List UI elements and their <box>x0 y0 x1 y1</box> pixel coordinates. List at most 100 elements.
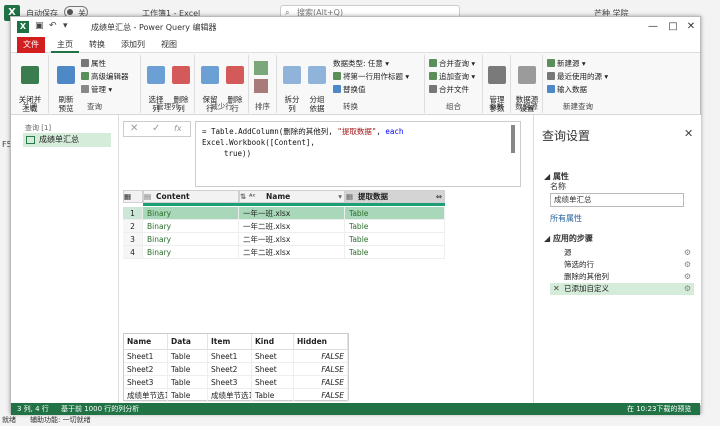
group-label-parameters: 参数 <box>489 102 504 111</box>
column-header-content[interactable]: ▤ Content <box>143 190 239 203</box>
properties-section-label: 属性 <box>552 172 569 181</box>
confirm-formula-icon[interactable]: ✓ <box>152 123 160 134</box>
merge-queries-icon <box>429 59 437 67</box>
sort-ascending-icon[interactable] <box>254 61 268 75</box>
query-name-input[interactable]: 成绩单汇总 <box>550 193 684 207</box>
formula-scrollbar[interactable] <box>511 125 515 153</box>
preview-cell: FALSE <box>294 363 348 376</box>
fx-icon[interactable]: fx <box>174 124 182 133</box>
properties-label: 属性 <box>91 59 106 68</box>
group-label-query: 查询 <box>87 102 102 111</box>
save-icon[interactable]: ▣ <box>35 21 44 31</box>
grid-cell-name[interactable]: 一年二班.xlsx <box>239 220 345 233</box>
close-settings-icon[interactable]: ✕ <box>684 127 693 140</box>
preview-cell: Sheet2 <box>208 363 252 376</box>
group-label-manage-columns: 管理列 <box>156 102 179 111</box>
minimize-button[interactable]: — <box>643 20 663 34</box>
grid-cell-content[interactable]: Binary <box>143 207 239 220</box>
formula-bar[interactable]: = Table.AddColumn(删除的其他列, "提取数据", each E… <box>195 121 521 187</box>
recent-sources-button[interactable]: 最近使用的源 ▾ <box>547 72 608 82</box>
replace-values-label: 替换值 <box>343 85 366 94</box>
advanced-editor-button[interactable]: 高级编辑器 <box>81 72 129 82</box>
column-header-name[interactable]: ⇅ ᴬᶜ Name ▾ <box>239 190 345 203</box>
expand-column-icon[interactable]: ⇔ <box>436 191 442 202</box>
grid-cell-extract[interactable]: Table <box>345 220 445 233</box>
grid-cell-content[interactable]: Binary <box>143 220 239 233</box>
properties-button[interactable]: 属性 <box>81 59 106 69</box>
merge-queries-label: 合并查询 <box>439 59 469 68</box>
group-label-data-source: 数据源 <box>515 102 538 111</box>
preview-cell: Table <box>168 376 208 389</box>
grid-cell-extract[interactable]: Table <box>345 207 445 220</box>
ribbon-tabs: 文件 主页 转换 添加列 视图 <box>11 37 700 53</box>
column-header-content-label: Content <box>156 192 190 201</box>
undo-icon[interactable]: ↶ <box>49 21 57 31</box>
step-item[interactable]: 筛选的行 ⚙ <box>550 259 694 271</box>
close-window-button[interactable]: ✕ <box>681 20 701 34</box>
row-number[interactable]: 1 <box>123 207 143 220</box>
tab-home[interactable]: 主页 <box>51 37 79 53</box>
first-row-header-button[interactable]: 将第一行用作标题 ▾ <box>333 72 409 82</box>
new-source-button[interactable]: 新建源 ▾ <box>547 59 586 69</box>
grid-corner-button[interactable]: ▦ <box>123 190 143 203</box>
cancel-formula-icon[interactable]: ✕ <box>130 123 138 134</box>
gear-icon[interactable]: ⚙ <box>684 283 691 295</box>
group-by-icon <box>308 66 326 84</box>
grid-cell-content[interactable]: Binary <box>143 233 239 246</box>
grid-cell-content[interactable]: Binary <box>143 246 239 259</box>
preview-cell: Sheet <box>252 350 294 363</box>
data-grid: ▦ ▤ Content ⇅ ᴬᶜ Name ▾ ▦ 提取数据 ⇔ 1 Binary 一年一… <box>123 190 543 266</box>
sort-descending-icon[interactable] <box>254 79 268 93</box>
grid-cell-extract[interactable]: Table <box>345 246 445 259</box>
all-properties-link[interactable]: 所有属性 <box>550 213 582 224</box>
replace-values-button[interactable]: 替换值 <box>333 85 366 95</box>
advanced-editor-icon <box>81 72 89 80</box>
append-queries-label: 追加查询 <box>439 72 469 81</box>
pq-titlebar: X ▣ ↶ ▾ 成绩单汇总 - Power Query 编辑器 — □ ✕ <box>11 17 700 37</box>
status-columns-rows: 3 列, 4 行 <box>17 405 49 413</box>
group-label-new-query: 新建查询 <box>563 102 593 111</box>
grid-cell-extract[interactable]: Table <box>345 233 445 246</box>
ribbon-group-new-query: 新建源 ▾ 最近使用的源 ▾ 输入数据 新建查询 <box>543 55 613 113</box>
append-queries-icon <box>429 72 437 80</box>
tab-view[interactable]: 视图 <box>155 37 183 53</box>
remove-rows-icon <box>226 66 244 84</box>
combine-files-button[interactable]: 合并文件 <box>429 85 469 95</box>
preview-cell: Sheet <box>252 363 294 376</box>
pq-statusbar: 3 列, 4 行 基于前 1000 行的列分析 在 10:23下载的预览 <box>11 403 700 415</box>
enter-data-icon <box>547 85 555 93</box>
preview-cell: Table <box>168 389 208 402</box>
queries-header: 查询 [1] <box>25 124 52 132</box>
advanced-editor-label: 高级编辑器 <box>91 72 129 81</box>
quick-access-dropdown-icon[interactable]: ▾ <box>63 21 68 31</box>
column-header-extract[interactable]: ▦ 提取数据 ⇔ <box>345 190 445 203</box>
applied-steps-label: 应用的步骤 <box>552 234 593 243</box>
enter-data-button[interactable]: 输入数据 <box>547 85 587 95</box>
manage-button[interactable]: 管理 ▾ <box>81 85 112 95</box>
tab-transform[interactable]: 转换 <box>83 37 111 53</box>
gear-icon[interactable]: ⚙ <box>684 271 691 283</box>
row-number[interactable]: 3 <box>123 233 143 246</box>
data-type-dropdown[interactable]: 数据类型: 任意 ▾ <box>333 59 389 69</box>
new-source-label: 新建源 <box>557 59 580 68</box>
grid-cell-name[interactable]: 一年一班.xlsx <box>239 207 345 220</box>
step-item[interactable]: 删除的其他列 ⚙ <box>550 271 694 283</box>
grid-cell-name[interactable]: 二年二班.xlsx <box>239 246 345 259</box>
tab-add-column[interactable]: 添加列 <box>115 37 151 53</box>
row-number[interactable]: 2 <box>123 220 143 233</box>
delete-step-icon[interactable]: ✕ <box>553 283 560 295</box>
append-queries-button[interactable]: 追加查询 ▾ <box>429 72 475 82</box>
row-number[interactable]: 4 <box>123 246 143 259</box>
group-label-reduce-rows: 减少行 <box>210 102 233 111</box>
step-item-selected[interactable]: ✕ 已添加自定义 ⚙ <box>550 283 694 295</box>
tab-file[interactable]: 文件 <box>17 37 45 53</box>
query-item[interactable]: 成绩单汇总 <box>23 133 111 147</box>
gear-icon[interactable]: ⚙ <box>684 259 691 271</box>
column-filter-icon[interactable]: ▾ <box>338 191 342 202</box>
gear-icon[interactable]: ⚙ <box>684 247 691 259</box>
step-item[interactable]: 源 ⚙ <box>550 247 694 259</box>
merge-queries-button[interactable]: 合并查询 ▾ <box>429 59 475 69</box>
grid-cell-name[interactable]: 二年一班.xlsx <box>239 233 345 246</box>
manage-label: 管理 <box>91 85 106 94</box>
maximize-button[interactable]: □ <box>663 20 683 34</box>
